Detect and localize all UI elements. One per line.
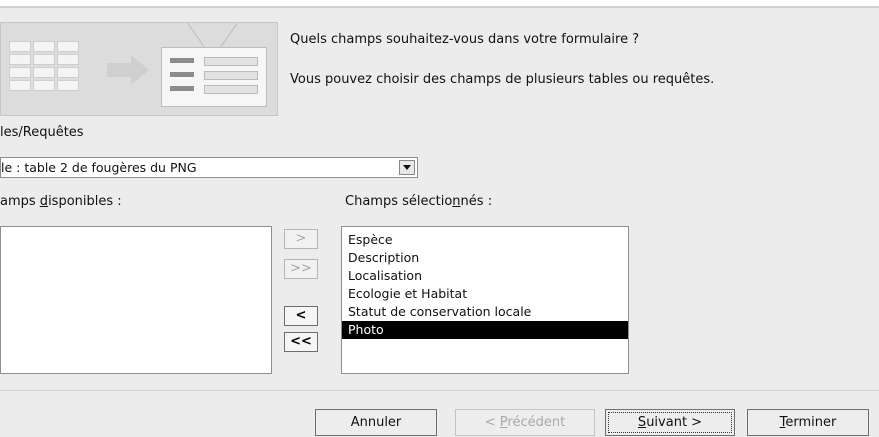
selected-fields-list[interactable]: Espèce Description Localisation Ecologie… — [341, 226, 629, 374]
wizard-question: Quels champs souhaitez-vous dans votre f… — [290, 32, 640, 47]
form-icon — [161, 47, 267, 107]
remove-all-fields-button[interactable]: << — [284, 332, 318, 352]
list-item[interactable]: Description — [342, 249, 628, 267]
list-item-selected[interactable]: Photo — [342, 321, 628, 339]
add-all-fields-button[interactable]: >> — [284, 259, 318, 279]
dropdown-arrow-button[interactable] — [399, 160, 415, 175]
wizard-subtext: Vous pouvez choisir des champs de plusie… — [290, 72, 715, 87]
list-item[interactable]: Localisation — [342, 267, 628, 285]
dropdown-selected-value: le : table 2 de fougères du PNG — [1, 160, 197, 175]
chevron-down-icon — [403, 165, 411, 170]
list-item[interactable]: Espèce — [342, 231, 628, 249]
wizard-illustration — [0, 22, 278, 116]
arrow-right-icon-head — [131, 55, 149, 85]
footer-divider — [0, 390, 879, 391]
button-label-part: < — [484, 415, 500, 430]
label-accesskey: n — [452, 194, 461, 209]
label-part: Champs sélectio — [345, 194, 453, 209]
button-accesskey: S — [637, 415, 647, 430]
tables-queries-label: les/Requêtes — [0, 125, 84, 140]
label-part: isponibles : — [48, 194, 122, 209]
tables-queries-dropdown[interactable]: le : table 2 de fougères du PNG — [0, 157, 418, 178]
next-button[interactable]: Suivant > — [605, 409, 735, 436]
button-label-part: erminer — [785, 415, 837, 430]
remove-field-button[interactable]: < — [284, 306, 318, 326]
arrow-right-icon — [107, 63, 133, 77]
available-fields-label: amps disponibles : — [0, 194, 122, 209]
finish-button[interactable]: Terminer — [747, 409, 869, 436]
button-label-part: uivant > — [646, 415, 703, 430]
form-wizard-dialog: Quels champs souhaitez-vous dans votre f… — [0, 6, 879, 437]
available-fields-list[interactable] — [0, 226, 272, 374]
selected-fields-label: Champs sélectionnés : — [345, 194, 492, 209]
label-part: amps — [0, 194, 40, 209]
cancel-button[interactable]: Annuler — [315, 409, 437, 436]
label-accesskey: d — [39, 194, 49, 209]
button-label-part: récédent — [507, 415, 566, 430]
list-item[interactable]: Statut de conservation locale — [342, 303, 628, 321]
label-part: nés : — [460, 194, 493, 209]
list-item[interactable]: Ecologie et Habitat — [342, 285, 628, 303]
add-field-button[interactable]: > — [284, 229, 318, 249]
previous-button[interactable]: < Précédent — [455, 409, 595, 436]
table-grid-icon — [9, 41, 105, 101]
